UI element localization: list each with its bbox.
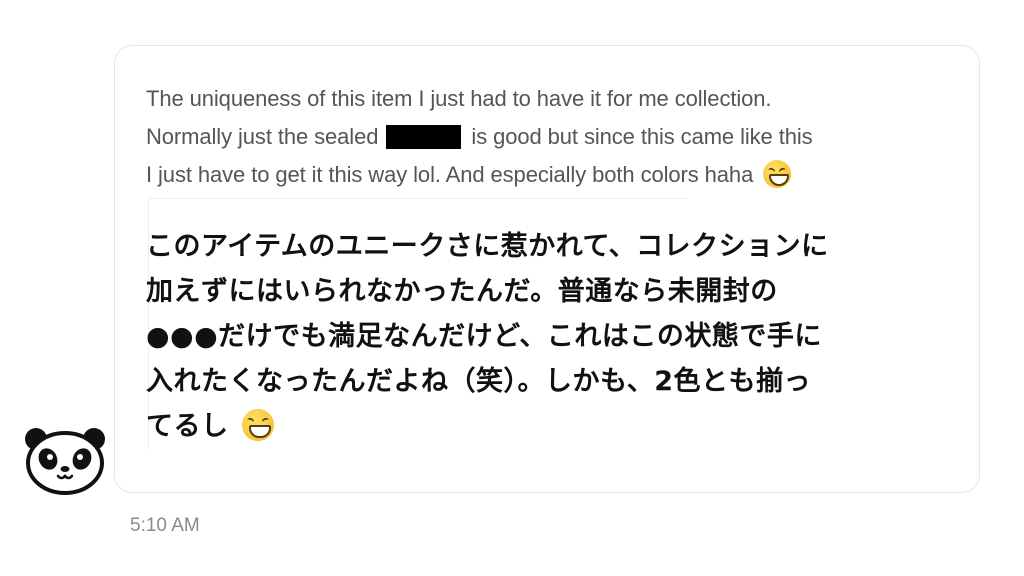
translation-divider-top — [148, 198, 688, 199]
original-line-2-before: Normally just the sealed — [146, 124, 379, 149]
grinning-squinting-face-icon — [242, 409, 275, 441]
translation-line-1: このアイテムのユニークさに惹かれて、コレクションに — [146, 231, 829, 262]
original-message-text: The uniqueness of this item I just had t… — [146, 80, 946, 194]
original-line-3-text: I just have to get it this way lol. And … — [146, 162, 754, 187]
redaction-box — [386, 125, 462, 149]
translation-line-5-text: てるし — [146, 411, 229, 442]
original-line-2: Normally just the sealed is good but sin… — [146, 118, 946, 156]
grinning-squinting-face-icon — [763, 160, 792, 188]
original-line-2-after: is good but since this came like this — [471, 124, 813, 149]
message-timestamp: 5:10 AM — [130, 515, 200, 536]
translation-line-2: 加えずにはいられなかったんだ。普通なら未開封の — [146, 276, 778, 307]
translation-line-3: ●●●だけでも満足なんだけど、これはこの状態で手に — [146, 321, 822, 352]
translation-line-5: てるし — [146, 404, 966, 449]
panda-icon[interactable] — [24, 425, 106, 495]
original-line-1: The uniqueness of this item I just had t… — [146, 86, 772, 111]
original-line-3: I just have to get it this way lol. And … — [146, 156, 946, 194]
translated-message-text: このアイテムのユニークさに惹かれて、コレクションに 加えずにはいられなかったんだ… — [146, 224, 966, 449]
translation-line-4: 入れたくなったんだよね（笑）。しかも、2色とも揃っ — [146, 366, 811, 397]
